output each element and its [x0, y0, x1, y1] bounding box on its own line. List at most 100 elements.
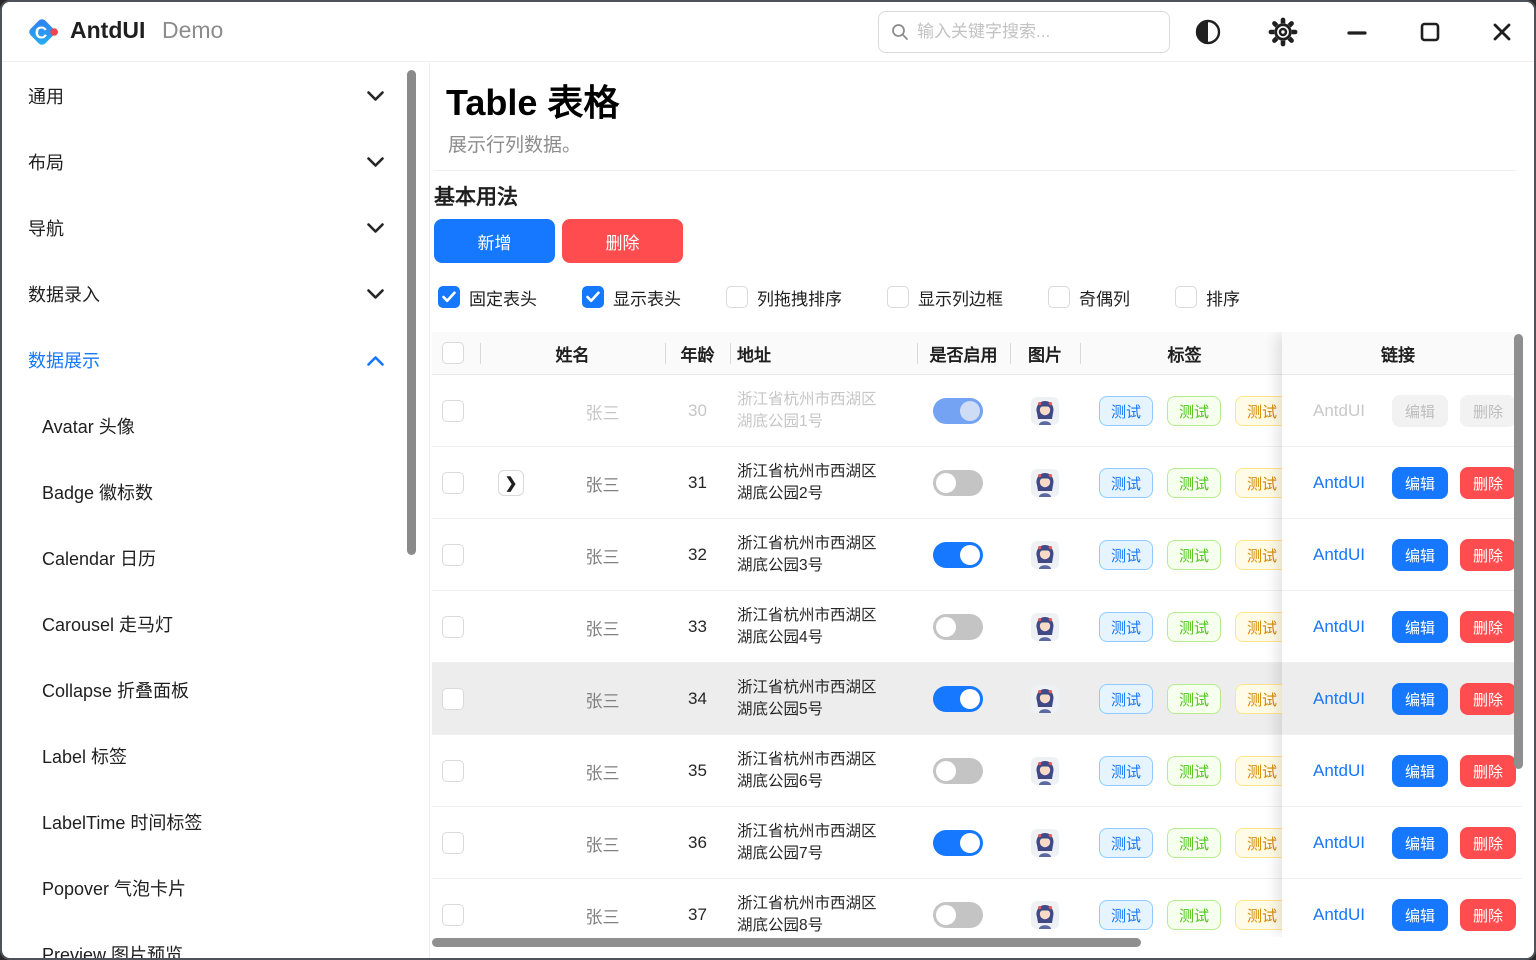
- sidebar-item[interactable]: Label 标签: [2, 723, 406, 789]
- settings-button[interactable]: [1263, 12, 1303, 52]
- antdui-link[interactable]: AntdUI: [1294, 879, 1384, 937]
- table-horizontal-scrollbar[interactable]: [432, 938, 1518, 948]
- enabled-toggle[interactable]: [933, 542, 983, 568]
- table-hscrollbar-thumb[interactable]: [432, 938, 1141, 947]
- avatar-image[interactable]: [1031, 469, 1059, 497]
- sidebar-scrollbar[interactable]: [407, 66, 417, 954]
- toggle-knob: [936, 905, 956, 925]
- row-edit-button[interactable]: 编辑: [1392, 899, 1448, 931]
- enabled-toggle[interactable]: [933, 758, 983, 784]
- enabled-toggle[interactable]: [933, 686, 983, 712]
- sidebar-item[interactable]: Avatar 头像: [2, 393, 406, 459]
- enabled-toggle[interactable]: [933, 830, 983, 856]
- tag-gold: 测试: [1235, 900, 1289, 930]
- column-header-age[interactable]: 年龄: [665, 332, 730, 375]
- row-delete-button[interactable]: 删除: [1460, 755, 1516, 787]
- antdui-link[interactable]: AntdUI: [1294, 375, 1384, 447]
- sidebar-group[interactable]: 数据录入: [2, 261, 406, 327]
- gear-icon: [1268, 17, 1298, 47]
- minimize-button[interactable]: [1337, 12, 1377, 52]
- toggle-knob: [960, 833, 980, 853]
- sidebar-item[interactable]: Popover 气泡卡片: [2, 855, 406, 921]
- antdui-link[interactable]: AntdUI: [1294, 807, 1384, 879]
- row-delete-button[interactable]: 删除: [1460, 539, 1516, 571]
- avatar-image[interactable]: [1031, 541, 1059, 569]
- antdui-link[interactable]: AntdUI: [1294, 591, 1384, 663]
- antdui-link[interactable]: AntdUI: [1294, 735, 1384, 807]
- row-checkbox[interactable]: [442, 760, 464, 782]
- antdui-link[interactable]: AntdUI: [1294, 663, 1384, 735]
- sidebar-group[interactable]: 通用: [2, 63, 406, 129]
- column-header-enabled[interactable]: 是否启用: [917, 332, 1010, 375]
- antdui-link[interactable]: AntdUI: [1294, 519, 1384, 591]
- row-checkbox[interactable]: [442, 832, 464, 854]
- enabled-toggle[interactable]: [933, 902, 983, 928]
- table-option-checkbox[interactable]: 显示列边框: [887, 284, 1003, 310]
- row-edit-button[interactable]: 编辑: [1392, 539, 1448, 571]
- sidebar-group[interactable]: 数据展示: [2, 327, 406, 393]
- select-all-checkbox[interactable]: [442, 342, 464, 364]
- table-option-checkbox[interactable]: 固定表头: [438, 284, 537, 310]
- cell-name: 张三: [540, 519, 665, 591]
- avatar-image[interactable]: [1031, 397, 1059, 425]
- table-option-checkbox[interactable]: 奇偶列: [1048, 284, 1130, 310]
- row-edit-button[interactable]: 编辑: [1392, 683, 1448, 715]
- table-option-checkbox[interactable]: 显示表头: [582, 284, 681, 310]
- delete-button[interactable]: 删除: [562, 219, 683, 263]
- enabled-toggle[interactable]: [933, 398, 983, 424]
- search-box[interactable]: [878, 11, 1170, 53]
- sidebar-item[interactable]: Calendar 日历: [2, 525, 406, 591]
- sidebar-item[interactable]: LabelTime 时间标签: [2, 789, 406, 855]
- row-edit-button[interactable]: 编辑: [1392, 395, 1448, 427]
- table-vscrollbar-thumb[interactable]: [1514, 334, 1523, 769]
- add-button[interactable]: 新增: [434, 219, 555, 263]
- row-edit-button[interactable]: 编辑: [1392, 755, 1448, 787]
- table-option-checkbox[interactable]: 列拖拽排序: [726, 284, 842, 310]
- sidebar-group[interactable]: 导航: [2, 195, 406, 261]
- row-delete-button[interactable]: 删除: [1460, 395, 1516, 427]
- row-checkbox[interactable]: [442, 400, 464, 422]
- avatar-image[interactable]: [1031, 685, 1059, 713]
- sidebar-item[interactable]: Badge 徽标数: [2, 459, 406, 525]
- column-header-link[interactable]: 链接: [1282, 332, 1514, 375]
- sidebar-item[interactable]: Preview 图片预览: [2, 921, 406, 958]
- sidebar-item[interactable]: Carousel 走马灯: [2, 591, 406, 657]
- row-checkbox[interactable]: [442, 616, 464, 638]
- sidebar-scrollbar-thumb[interactable]: [407, 70, 416, 555]
- row-edit-button[interactable]: 编辑: [1392, 827, 1448, 859]
- column-header-name[interactable]: 姓名: [480, 332, 665, 375]
- antdui-link[interactable]: AntdUI: [1294, 447, 1384, 519]
- tag-gold: 测试: [1235, 756, 1289, 786]
- sidebar-item[interactable]: Collapse 折叠面板: [2, 657, 406, 723]
- search-input[interactable]: [917, 22, 1147, 42]
- row-checkbox[interactable]: [442, 544, 464, 566]
- row-delete-button[interactable]: 删除: [1460, 683, 1516, 715]
- avatar-image[interactable]: [1031, 829, 1059, 857]
- column-header-image[interactable]: 图片: [1010, 332, 1080, 375]
- row-checkbox[interactable]: [442, 904, 464, 926]
- sidebar-group[interactable]: 布局: [2, 129, 406, 195]
- row-checkbox[interactable]: [442, 688, 464, 710]
- enabled-toggle[interactable]: [933, 470, 983, 496]
- column-header-address[interactable]: 地址: [730, 332, 917, 375]
- row-delete-button[interactable]: 删除: [1460, 899, 1516, 931]
- close-button[interactable]: [1482, 12, 1522, 52]
- enabled-toggle[interactable]: [933, 614, 983, 640]
- table-option-checkbox[interactable]: 排序: [1175, 284, 1240, 310]
- column-header-tags[interactable]: 标签: [1080, 332, 1289, 375]
- avatar-image[interactable]: [1031, 901, 1059, 929]
- row-edit-button[interactable]: 编辑: [1392, 611, 1448, 643]
- row-delete-button[interactable]: 删除: [1460, 611, 1516, 643]
- theme-toggle-button[interactable]: [1188, 12, 1228, 52]
- avatar-image[interactable]: [1031, 757, 1059, 785]
- row-edit-button[interactable]: 编辑: [1392, 467, 1448, 499]
- row-delete-button[interactable]: 删除: [1460, 827, 1516, 859]
- avatar-image[interactable]: [1031, 613, 1059, 641]
- cell-age: 37: [665, 879, 730, 937]
- row-checkbox[interactable]: [442, 472, 464, 494]
- expand-row-button[interactable]: ❯: [498, 470, 524, 496]
- maximize-button[interactable]: [1410, 12, 1450, 52]
- row-delete-button[interactable]: 删除: [1460, 467, 1516, 499]
- cell-address: 浙江省杭州市西湖区湖底公园4号: [737, 591, 877, 663]
- table-vertical-scrollbar[interactable]: [1514, 332, 1524, 937]
